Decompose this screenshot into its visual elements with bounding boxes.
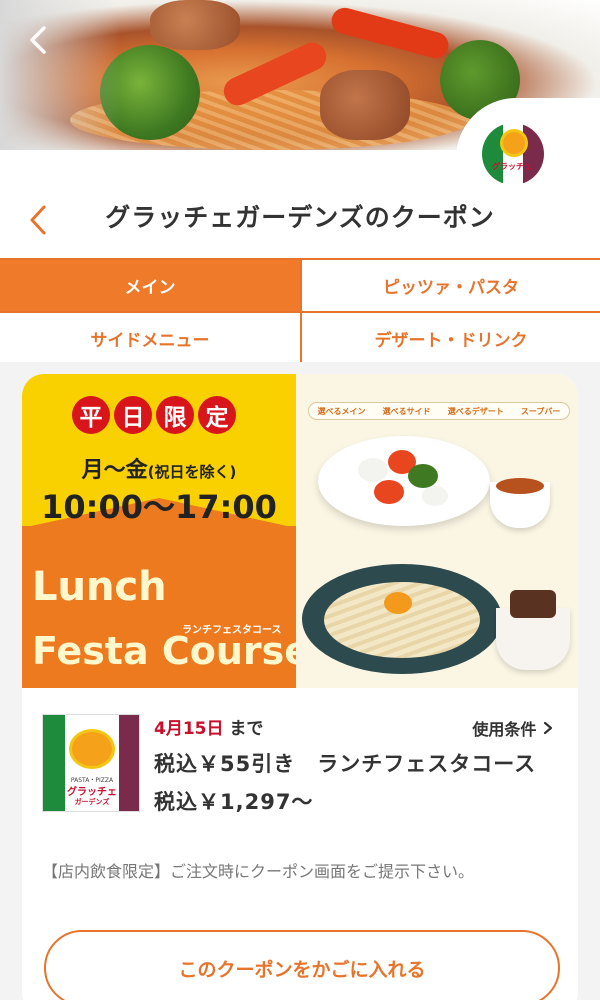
coupon-deadline: 4月15日 まで: [154, 714, 263, 739]
banner-food-photo: 選べるメイン 選べるサイド 選べるデザート スープバー: [296, 374, 578, 688]
food-mozzarella: [422, 486, 448, 506]
weekday-char: 日: [114, 396, 152, 434]
carbonara-bowl: [302, 564, 502, 674]
logo-band-green: [43, 715, 65, 811]
weekday-char: 平: [72, 396, 110, 434]
food-cake: [510, 590, 556, 618]
coupon-price: 税込￥1,297〜: [154, 790, 314, 814]
page-title: グラッチェガーデンズのクーポン: [105, 203, 495, 232]
course-title-line1: Lunch: [32, 564, 167, 610]
logo-text: グラッチェ: [492, 162, 532, 171]
page-header: グラッチェガーデンズのクーポン: [0, 180, 600, 258]
food-mozzarella: [358, 458, 388, 482]
tab-side-menu[interactable]: サイドメニュー: [0, 311, 300, 363]
course-item: 選べるサイド: [382, 406, 431, 416]
category-tabs: メイン ピッツァ・パスタ サイドメニュー デザート・ドリンク: [0, 258, 600, 363]
deadline-date: 4月15日: [154, 719, 224, 739]
days-text: 月〜金: [81, 458, 148, 483]
course-items-strip: 選べるメイン 選べるサイド 選べるデザート スープバー: [308, 402, 570, 420]
weekday-char: 定: [198, 396, 236, 434]
usage-conditions-link[interactable]: 使用条件: [472, 716, 554, 740]
add-to-cart-button[interactable]: このクーポンをかごに入れる: [44, 930, 560, 1000]
weekday-limited-badge: 平 日 限 定: [72, 396, 236, 440]
logo-name: グラッチェ: [67, 787, 117, 798]
logo-band-purple: [119, 715, 139, 811]
food-pepper: [328, 4, 452, 62]
coupon-note: 【店内飲食限定】ご注文時にクーポン画面をご提示下さい。: [42, 862, 475, 881]
course-item: スープバー: [520, 406, 561, 416]
logo-band-green: [482, 123, 504, 185]
tab-pizza-pasta[interactable]: ピッツァ・パスタ: [300, 260, 600, 311]
brand-logo-square: PASTA・PIZZA グラッチェ ガーデンズ: [42, 714, 140, 812]
dessert-cup: [496, 590, 570, 670]
weekday-char: 限: [156, 396, 194, 434]
deadline-suffix: まで: [229, 719, 264, 739]
days-note: (祝日を除く): [147, 463, 237, 481]
food-sausage: [320, 70, 410, 140]
course-item: 選べるメイン: [317, 406, 366, 416]
brand-logo: グラッチェ: [479, 120, 547, 188]
course-item: 選べるデザート: [447, 406, 504, 416]
food-tomato: [374, 480, 404, 504]
banner-left: 平 日 限 定 月〜金(祝日を除く) 10:00〜17:00 Lunch ランチ…: [22, 374, 310, 688]
coupon-title: 税込￥55引き ランチフェスタコース: [154, 752, 537, 776]
logo-band-purple: [522, 123, 544, 185]
food-soup: [496, 478, 544, 494]
logo-g-mark: [500, 129, 528, 157]
coupon-card: 平 日 限 定 月〜金(祝日を除く) 10:00〜17:00 Lunch ランチ…: [22, 374, 578, 1000]
soup-cup: [490, 478, 550, 528]
coupon-banner: 平 日 限 定 月〜金(祝日を除く) 10:00〜17:00 Lunch ランチ…: [22, 374, 578, 688]
course-title-line2: Festa Course: [32, 629, 311, 673]
available-hours: 10:00〜17:00: [41, 488, 277, 526]
conditions-label: 使用条件: [472, 720, 537, 739]
hero-back-button[interactable]: [22, 22, 58, 58]
logo-sub: ガーデンズ: [74, 798, 110, 806]
hero-fade: [0, 0, 120, 150]
tab-dessert-drink[interactable]: デザート・ドリンク: [300, 311, 600, 363]
tab-main[interactable]: メイン: [0, 260, 300, 311]
logo-g-mark: [69, 729, 115, 769]
chevron-left-icon: [30, 26, 46, 54]
food-egg-yolk: [384, 592, 412, 614]
salad-plate: [318, 436, 490, 526]
available-days: 月〜金(祝日を除く): [22, 452, 296, 484]
food-sausage: [150, 0, 240, 50]
chevron-right-icon: [543, 721, 553, 735]
food-basil: [408, 464, 438, 488]
